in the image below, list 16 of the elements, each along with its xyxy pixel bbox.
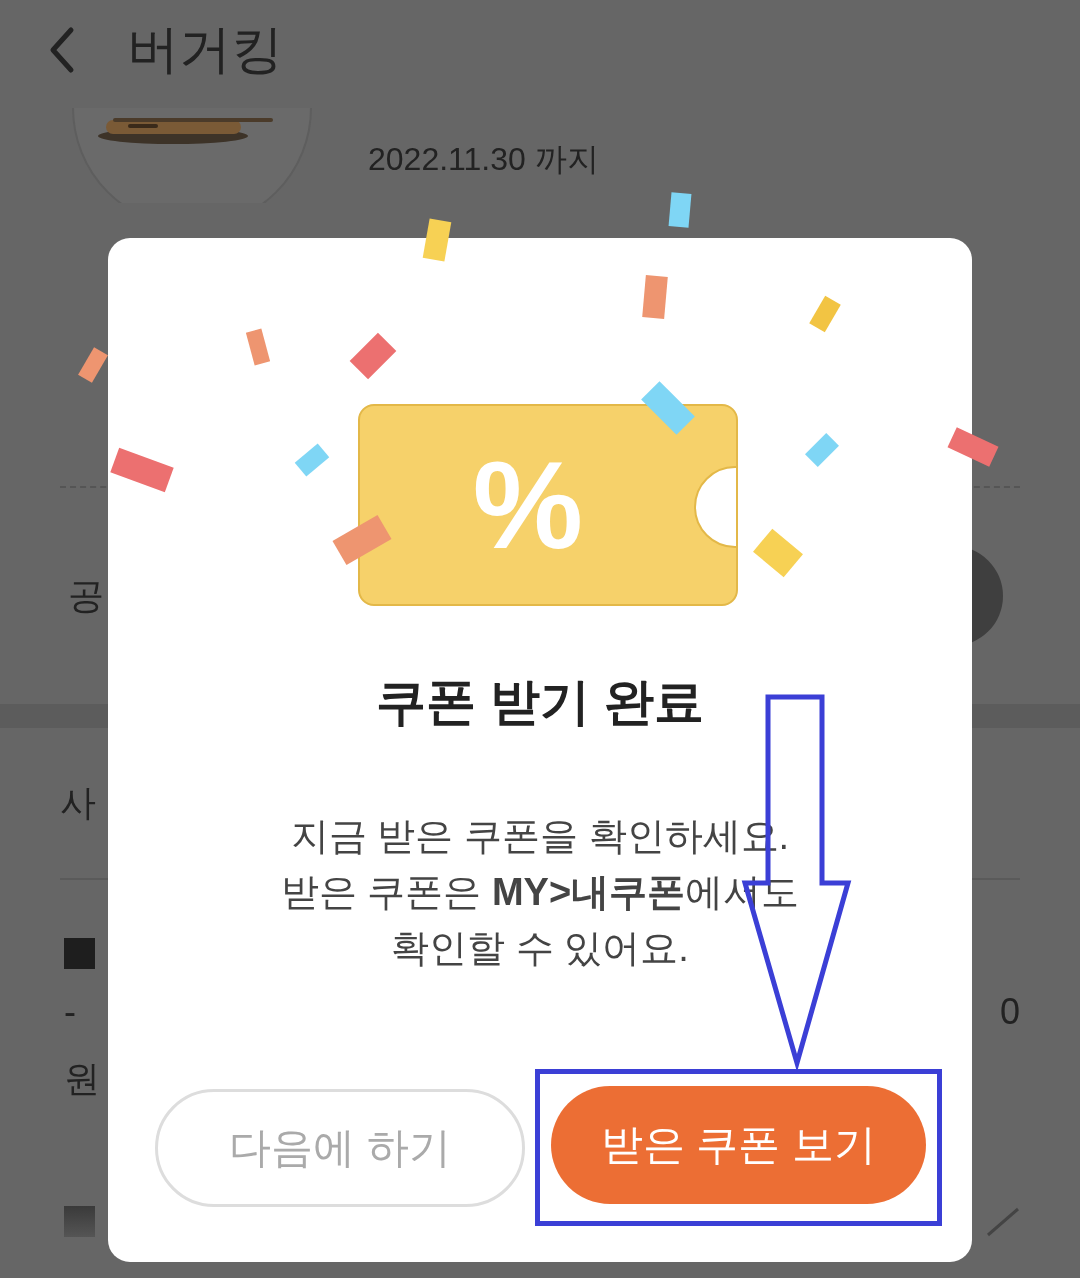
check-icon [986, 1206, 1020, 1237]
notice-text: - [64, 991, 76, 1033]
page-title: 버거킹 [127, 19, 283, 80]
confetti-piece [668, 192, 692, 228]
expiry-date: 2022.11.30 까지 [368, 140, 599, 179]
confetti-piece [642, 275, 668, 319]
notice-amount: 0 [999, 991, 1020, 1033]
dialog-title: 쿠폰 받기 완료 [376, 673, 704, 732]
benefit-label: 공 [68, 573, 104, 618]
later-button[interactable]: 다음에 하기 [155, 1088, 525, 1207]
square-bullet-icon [64, 938, 95, 969]
section-heading: 사 [60, 780, 96, 825]
view-coupons-button[interactable]: 받은 쿠폰 보기 [551, 1086, 926, 1204]
coupon-symbol: % [472, 443, 584, 567]
notice-text: 원 [64, 1057, 100, 1101]
square-bullet-icon [64, 1206, 95, 1237]
